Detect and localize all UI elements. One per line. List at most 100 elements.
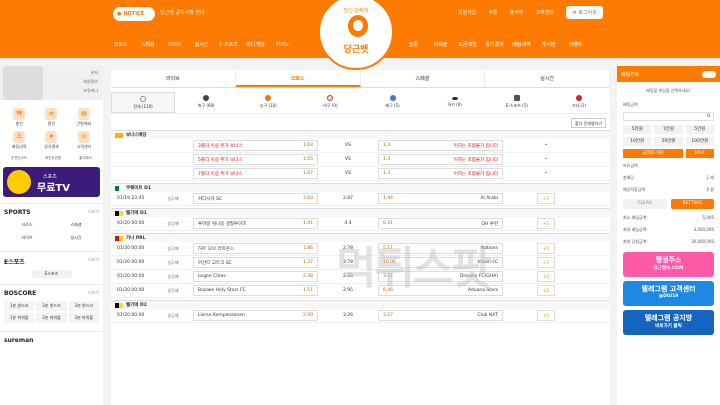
esports-section-title: E스포츠 더보기	[0, 251, 103, 268]
sport-tab-basketball[interactable]: 농구 (10)	[237, 92, 299, 113]
bet-amount-input[interactable]: 0	[623, 112, 714, 121]
sports-item[interactable]: 크로스	[4, 220, 50, 230]
home-odds-button[interactable]: 카디시야 SC 3.63	[193, 193, 318, 204]
amount-button[interactable]: 5만원	[685, 125, 714, 134]
expand-all-button[interactable]: 폴더 전체펼치기	[570, 118, 606, 128]
quick-support[interactable]: ☏ 고객센터	[68, 131, 100, 150]
boscore-item[interactable]: 3분 윈드라	[68, 301, 99, 311]
max-button[interactable]: MAX	[685, 149, 714, 158]
sports-item[interactable]: 라이브	[4, 233, 50, 243]
more-markets-button[interactable]: +5	[537, 285, 555, 296]
nav-item[interactable]: 실시간	[188, 41, 215, 48]
sport-tab-etc[interactable]: 기타 (2)	[548, 92, 610, 113]
sport-tab-soccer[interactable]: 축구 (69)	[175, 92, 237, 113]
address-banner[interactable]: 평생주소 당근접속.COM	[623, 252, 714, 277]
site-logo[interactable]: 당신 근처의 당근벳	[318, 0, 394, 70]
home-odds-button[interactable]: Legon Cities 2.38	[193, 271, 318, 282]
more-markets-button[interactable]: +5	[537, 193, 555, 204]
nav-item[interactable]: 경기결과	[481, 41, 508, 48]
top-link[interactable]: 출석부	[510, 9, 524, 16]
sport-tab-volleyball[interactable]: 배구 (5)	[362, 92, 424, 113]
home-odds-button[interactable]: 아샨티 고트크 SC 1.27	[193, 257, 318, 268]
clear-button[interactable]: CLEAR	[623, 199, 667, 209]
boscore-item[interactable]: 2분 윈드라	[36, 301, 67, 311]
quick-history[interactable]: ☰ 배팅내역	[3, 131, 35, 150]
amount-button[interactable]: 10만원	[623, 137, 652, 146]
reset-amount-button[interactable]: 금액초기화	[623, 149, 683, 158]
amount-button[interactable]: 1만원	[654, 125, 683, 134]
away-odds-button[interactable]: 3.27 Club NXT	[378, 310, 503, 321]
draw-odds-button[interactable]: 3.26	[318, 313, 378, 318]
more-markets-button[interactable]: +5	[537, 257, 555, 268]
nav-item[interactable]: 토큰게임	[454, 41, 481, 48]
tab-live[interactable]: 라이브	[111, 70, 236, 87]
esports-item[interactable]: E스포츠	[31, 270, 72, 278]
notice-badge[interactable]: ● NOTICE	[113, 7, 155, 21]
betting-button[interactable]: BETTING	[670, 199, 714, 209]
nav-item[interactable]: 파워볼	[427, 41, 454, 48]
tab-realtime[interactable]: 실시간	[485, 70, 610, 87]
home-odds-button[interactable]: Basake Holy Stars FC 1.51	[193, 285, 318, 296]
sport-tab-hockey[interactable]: 하키 (0)	[424, 92, 486, 113]
nav-item[interactable]: 게시판	[535, 41, 562, 48]
nav-item[interactable]: 스페셜	[134, 41, 161, 48]
more-markets-button[interactable]: +5	[537, 271, 555, 282]
more-markets-button[interactable]: +5	[537, 218, 555, 229]
boscore-item[interactable]: 1분 윈드라	[4, 301, 35, 311]
bonus-home-odds[interactable]: 5폴더 이상 추가 보너스 1.05	[193, 154, 318, 165]
nav-item[interactable]: 카지노	[269, 41, 296, 48]
sports-item[interactable]: 실시간	[53, 233, 99, 243]
quick-menu: ₩ 충전 ⇄ 환전 ▤ 간편계좌 ☰ 배팅내역 ★ 경기결과 ☏ 고객센터	[0, 100, 103, 150]
limit-row: 최소 배팅금액: 5,000	[623, 215, 714, 220]
sports-item[interactable]: 스페셜	[53, 220, 99, 230]
bonus-away-odds[interactable]: 1.3 이하는 조합불가 입니다	[378, 154, 503, 165]
league-header: 쿠웨이트 D1	[111, 183, 610, 192]
nav-item[interactable]: 미니게임	[242, 41, 269, 48]
bonus-row: 3폴더 이상 추가 보너스 1.03 VS 1.3 이하는 조합불가 입니다 •	[111, 139, 610, 153]
nav-item[interactable]: 크로스	[107, 41, 134, 48]
amount-button[interactable]: 5천원	[623, 125, 652, 134]
quick-account[interactable]: ▤ 간편계좌	[68, 108, 100, 127]
top-link[interactable]: 고객센터	[535, 9, 553, 16]
amount-button[interactable]: 100만원	[685, 137, 714, 146]
amount-button[interactable]: 50만원	[654, 137, 683, 146]
more-markets-button[interactable]: +5	[537, 243, 555, 254]
nav-item[interactable]: 라이브	[161, 41, 188, 48]
nav-item[interactable]: 배팅내역	[508, 41, 535, 48]
top-link[interactable]: 쿠폰	[488, 9, 497, 16]
telegram-notice-banner[interactable]: 텔레그램 공지방 바로가기 클릭	[623, 310, 714, 335]
boscore-item[interactable]: 2분 파워볼	[36, 313, 67, 323]
more-markets-button[interactable]: +5	[537, 310, 555, 321]
home-odds-button[interactable]: 루아얄 위니옹 생질루아즈 1.41	[193, 218, 318, 229]
expected-row: 예상적중금액 0 원	[623, 187, 714, 192]
nav-item[interactable]: 이벤트	[562, 41, 589, 48]
tab-special[interactable]: 스페셜	[361, 70, 486, 87]
tab-cross[interactable]: 크로스	[235, 70, 361, 87]
sport-tab-baseball[interactable]: 야구 (0)	[299, 92, 361, 113]
draw-odds-button[interactable]: 2.87	[318, 196, 378, 201]
quick-charge[interactable]: ₩ 충전	[3, 108, 35, 127]
bonus-away-odds[interactable]: 1.3 이하는 조합불가 입니다	[378, 140, 503, 151]
nav-item[interactable]: E-스포츠	[215, 41, 242, 48]
logout-button[interactable]: ◔ 로그아웃	[566, 6, 603, 19]
sport-tab-all[interactable]: 전체 (119)	[111, 92, 176, 113]
free-tv-banner[interactable]: 스포츠 무료TV	[3, 167, 100, 197]
bonus-home-odds[interactable]: 3폴더 이상 추가 보너스 1.03	[193, 140, 318, 151]
bonus-home-odds[interactable]: 7폴더 이상 추가 보너스 1.07	[193, 168, 318, 179]
home-odds-button[interactable]: 하트 오브 라이온스 1.86	[193, 243, 318, 254]
quick-results[interactable]: ★ 경기결과	[35, 131, 67, 150]
tv-icon	[7, 170, 31, 194]
draw-odds-button[interactable]: 4.4	[318, 221, 378, 226]
telegram-support-banner[interactable]: 텔레그램 고객센터 @DGI19	[623, 281, 714, 306]
boscore-item[interactable]: 3분 파워볼	[68, 313, 99, 323]
bonus-away-odds[interactable]: 1.3 이하는 조합불가 입니다	[378, 168, 503, 179]
home-odds-button[interactable]: Lierse Kempenzonen 2.00	[193, 310, 318, 321]
slip-toggle[interactable]	[702, 70, 716, 78]
nav-item[interactable]: 슬롯	[400, 41, 427, 48]
away-odds-button[interactable]: 1.94 Al Arabi	[378, 193, 503, 204]
boscore-item[interactable]: 1분 파워볼	[4, 313, 35, 323]
quick-exchange[interactable]: ⇄ 환전	[35, 108, 67, 127]
sport-tab-esports[interactable]: E-스포츠 (5)	[486, 92, 548, 113]
top-link[interactable]: 회원가입	[458, 9, 476, 16]
away-odds-button[interactable]: 6.41 OH 루번	[378, 218, 503, 229]
